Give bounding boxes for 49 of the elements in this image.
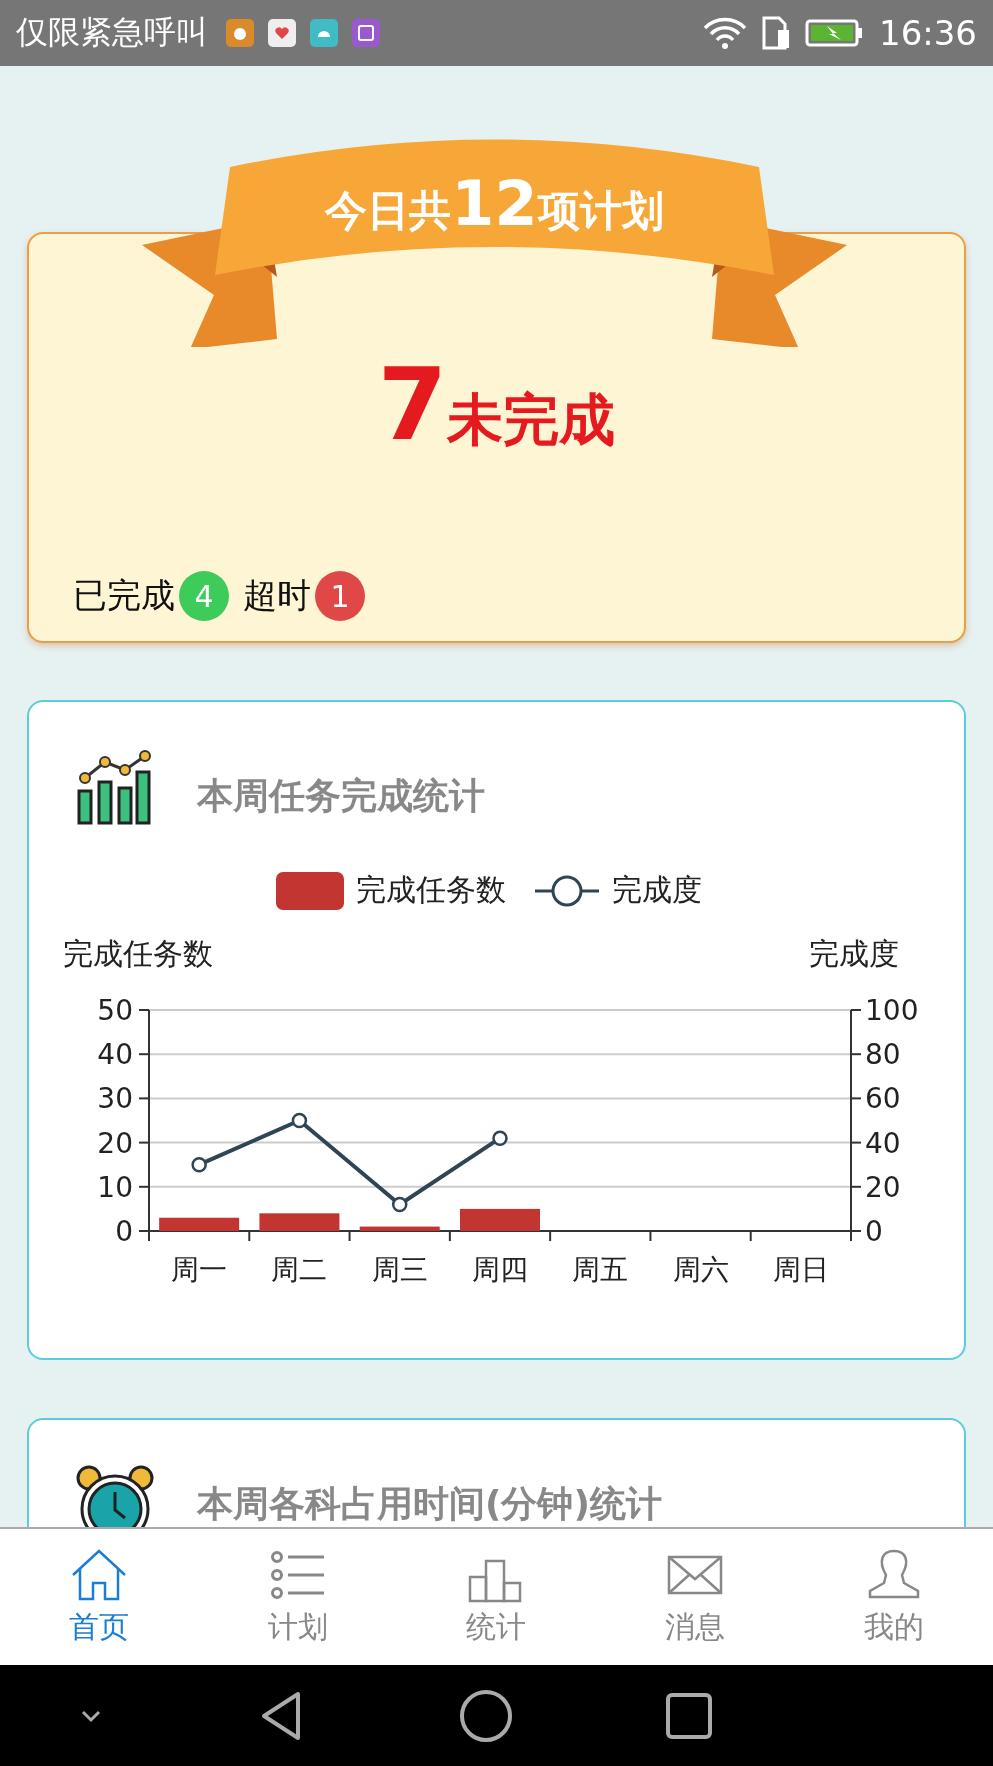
tab-bar-item[interactable]: 首页 — [0, 1529, 199, 1665]
tick-label: 0 — [115, 1215, 133, 1248]
tick-label: 50 — [97, 994, 133, 1027]
wifi-icon — [703, 16, 747, 50]
carrier-text: 仅限紧急呼叫 — [16, 12, 208, 53]
tick-label: 60 — [865, 1082, 901, 1116]
tab-bar-item[interactable]: 计划 — [198, 1529, 398, 1665]
counter-label: 已完成 — [73, 574, 175, 617]
legend-bar-swatch — [275, 871, 344, 910]
pending-count-text: 7未完成 — [377, 346, 616, 463]
plan-total-text: 今日共12项计划 — [325, 167, 664, 240]
count-badge: 4 — [179, 571, 229, 621]
legend-label: 完成度 — [611, 871, 702, 909]
heart-app-icon — [268, 19, 296, 47]
card-title: 本周任务完成统计 — [197, 773, 485, 818]
tab-bar-item[interactable]: 统计 — [397, 1529, 596, 1665]
tick-label: 80 — [865, 1038, 901, 1072]
gallery-app-icon — [352, 19, 380, 47]
legend-label: 完成任务数 — [355, 871, 506, 909]
clock-text: 16:36 — [879, 13, 977, 53]
data-point — [492, 1130, 508, 1146]
tick-label: 40 — [97, 1038, 133, 1072]
category-label: 周三 — [371, 1253, 428, 1286]
tick-label: 100 — [865, 994, 919, 1027]
tick-label: 30 — [97, 1082, 133, 1116]
data-point — [391, 1196, 408, 1213]
category-label: 周六 — [672, 1253, 729, 1286]
axis-title: 完成度 — [809, 936, 899, 971]
count-badge: 1 — [315, 571, 365, 621]
battery-charging-icon — [805, 18, 865, 48]
category-label: 周日 — [772, 1253, 829, 1286]
category-label: 周四 — [472, 1253, 528, 1286]
axis-title: 完成任务数 — [63, 936, 213, 971]
counter-label: 超时 — [243, 574, 311, 617]
category-label: 周五 — [572, 1253, 629, 1286]
tab-bar-item[interactable]: 消息 — [595, 1529, 795, 1665]
card-title: 本周各科占用时间(分钟)统计 — [197, 1482, 662, 1526]
tick-label: 0 — [865, 1215, 883, 1248]
tick-label: 40 — [865, 1126, 901, 1160]
category-label: 周一 — [171, 1253, 228, 1286]
tick-label: 10 — [97, 1170, 133, 1204]
tick-label: 20 — [865, 1170, 901, 1204]
category-label: 周二 — [271, 1253, 328, 1286]
legend-line-marker — [533, 873, 600, 908]
tick-label: 20 — [97, 1126, 133, 1160]
data-point — [191, 1156, 207, 1173]
sim-card-icon — [761, 16, 791, 50]
tab-bar-item[interactable]: 我的 — [794, 1529, 993, 1665]
data-point — [291, 1112, 308, 1129]
